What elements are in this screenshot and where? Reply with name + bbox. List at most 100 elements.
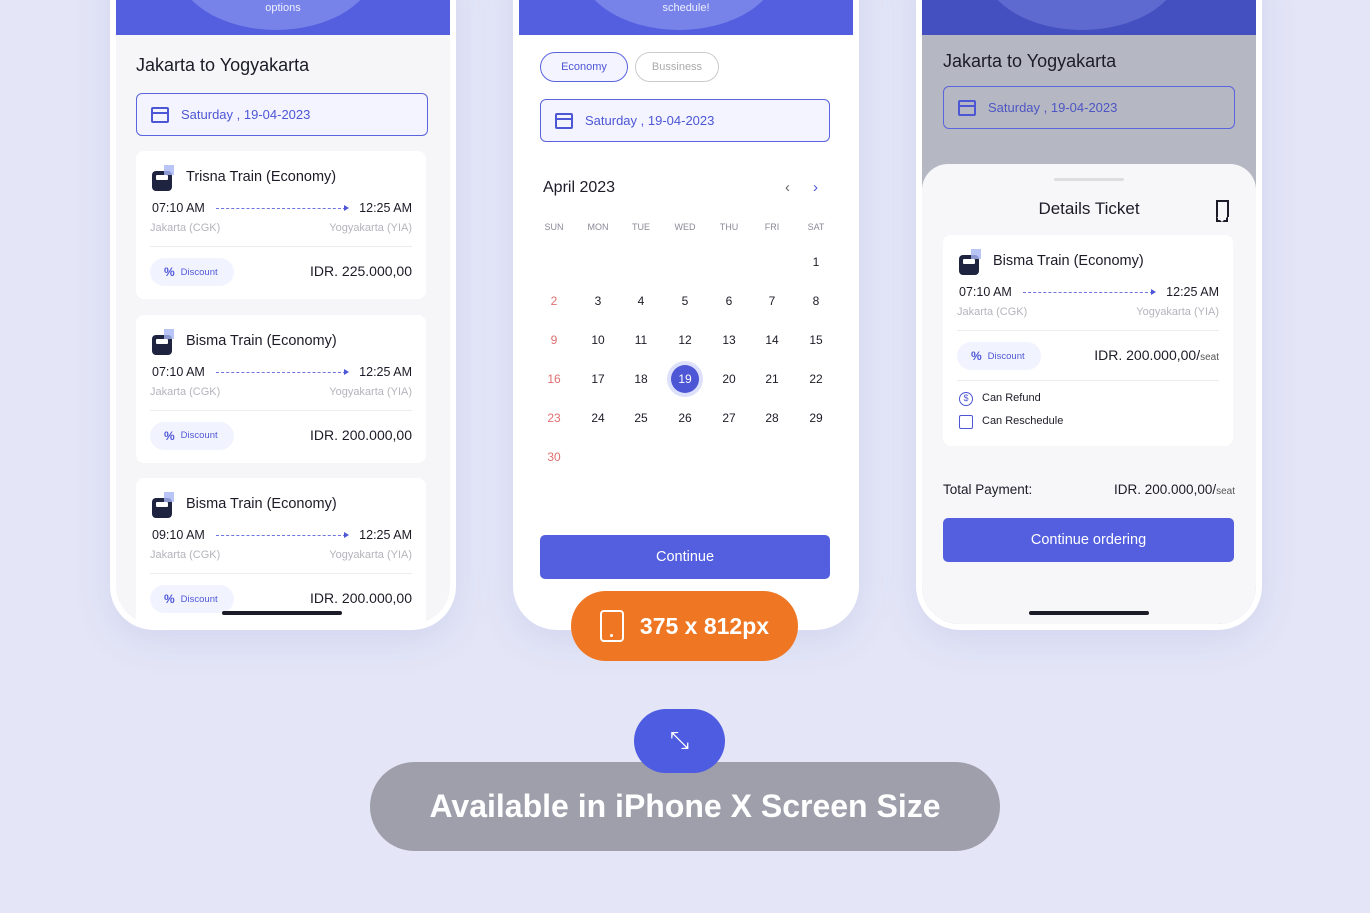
calendar-day[interactable]: 3	[584, 287, 612, 315]
route-arrow	[216, 368, 349, 375]
discount-label: Discount	[180, 430, 218, 441]
discount-badge[interactable]: % Discount	[150, 258, 234, 286]
calendar-day[interactable]: 15	[802, 326, 830, 354]
sheet-title: Details Ticket	[1038, 199, 1140, 218]
date-field[interactable]: Saturday , 19-04-2023	[540, 99, 830, 142]
discount-badge[interactable]: % Discount	[957, 342, 1041, 370]
header-banner	[922, 0, 1256, 35]
calendar-day[interactable]: 17	[584, 365, 612, 393]
date-value: Saturday , 19-04-2023	[585, 113, 715, 128]
divider	[150, 573, 412, 574]
calendar-day[interactable]: 7	[758, 287, 786, 315]
discount-label: Discount	[180, 593, 218, 605]
phone-calendar: schedule! Economy Bussiness Saturday , 1…	[513, 0, 859, 630]
calendar-day[interactable]: 20	[715, 365, 743, 393]
calendar-day[interactable]: 10	[584, 326, 612, 354]
calendar-day[interactable]: 21	[758, 365, 786, 393]
train-name: Bisma Train (Economy)	[186, 496, 337, 512]
discount-badge[interactable]: % Discount	[150, 585, 234, 613]
calendar-day[interactable]: 6	[715, 287, 743, 315]
reschedule-icon	[959, 415, 973, 429]
ticket-card[interactable]: Trisna Train (Economy) 07:10 AM 12:25 AM Ja…	[136, 151, 426, 299]
route-arrow	[1023, 289, 1156, 295]
destination-station: Yogyakarta (YIA)	[329, 385, 412, 398]
price-value: IDR. 225.000,00	[310, 263, 412, 279]
refund-icon: $	[959, 392, 973, 406]
departure-time: 09:10 AM	[152, 528, 205, 542]
calendar-day[interactable]: 2	[540, 287, 568, 315]
calendar-day[interactable]: 19	[671, 365, 699, 393]
weekday-label: FRI	[764, 222, 780, 232]
route-title: Jakarta to Yogyakarta	[943, 51, 1117, 71]
sheet-handle[interactable]	[1054, 178, 1124, 181]
calendar-day[interactable]: 8	[802, 287, 830, 315]
phone-ticket-details: Jakarta to Yogyakarta Saturday , 19-04-2…	[916, 0, 1262, 630]
weekday-label: MON	[587, 222, 609, 232]
class-economy-pill[interactable]: Economy	[540, 52, 628, 82]
calendar-day[interactable]: 1	[802, 248, 830, 276]
calendar-day[interactable]: 9	[540, 326, 568, 354]
calendar-day[interactable]: 24	[584, 404, 612, 432]
feature-label: Can Refund	[982, 392, 1041, 404]
size-badge: 375 x 812px	[571, 591, 798, 661]
ticket-card[interactable]: Bisma Train (Economy) 09:10 AM 12:25 AM Jak…	[136, 478, 426, 624]
home-indicator	[1029, 611, 1149, 615]
weekday-label: SUN	[544, 222, 564, 232]
divider	[957, 380, 1219, 381]
calendar-day[interactable]: 28	[758, 404, 786, 432]
arrival-time: 12:25 AM	[359, 201, 412, 215]
calendar-day[interactable]: 13	[715, 326, 743, 354]
calendar-day[interactable]: 26	[671, 404, 699, 432]
header-caption: options	[265, 2, 301, 14]
date-field[interactable]: Saturday , 19-04-2023	[136, 93, 428, 136]
calendar-day[interactable]: 4	[627, 287, 655, 315]
calendar-day[interactable]: 11	[627, 326, 655, 354]
calendar-day[interactable]: 27	[715, 404, 743, 432]
ticket-card[interactable]: Bisma Train (Economy) 07:10 AM 12:25 AM Jak…	[943, 235, 1233, 446]
train-icon	[959, 249, 989, 275]
percent-icon: %	[164, 428, 175, 443]
departure-time: 07:10 AM	[959, 285, 1012, 299]
price-value: IDR. 200.000,00/	[1094, 347, 1201, 363]
details-sheet: Details Ticket Bisma Train (Economy) 07:1…	[922, 164, 1256, 624]
origin-station: Jakarta (CGK)	[150, 385, 221, 398]
screen: options Jakarta to Yogyakarta Saturday ,…	[116, 0, 450, 624]
price-value: IDR. 200.000,00	[310, 590, 412, 606]
ticket-price: IDR. 200.000,00/seat	[1094, 347, 1219, 363]
date-field: Saturday , 19-04-2023	[943, 86, 1235, 129]
calendar-day[interactable]: 30	[540, 443, 568, 471]
departure-time: 07:10 AM	[152, 364, 205, 379]
bookmark-icon[interactable]	[1216, 200, 1229, 222]
origin-station: Jakarta (CGK)	[150, 549, 221, 561]
origin-station: Jakarta (CGK)	[150, 222, 221, 234]
chevron-right-icon[interactable]: ›	[813, 179, 818, 196]
chevron-left-icon[interactable]: ‹	[785, 179, 790, 196]
train-name: Trisna Train (Economy)	[186, 169, 337, 185]
calendar-day[interactable]: 14	[758, 326, 786, 354]
home-indicator	[222, 611, 342, 615]
calendar-day[interactable]: 25	[627, 404, 655, 432]
total-label: Total Payment:	[943, 482, 1033, 497]
calendar-icon	[958, 99, 976, 116]
discount-badge[interactable]: % Discount	[150, 421, 234, 450]
total-price-value: IDR. 200.000,00/	[1114, 482, 1217, 497]
arrival-time: 12:25 AM	[359, 364, 412, 379]
continue-ordering-button[interactable]: Continue ordering	[943, 518, 1234, 562]
calendar-day[interactable]: 16	[540, 365, 568, 393]
collapse-arrows-icon: ⤡	[634, 709, 725, 773]
class-business-pill[interactable]: Bussiness	[635, 52, 719, 82]
train-name: Bisma Train (Economy)	[186, 332, 337, 349]
calendar-day[interactable]: 18	[627, 365, 655, 393]
continue-button[interactable]: Continue	[540, 535, 830, 579]
calendar-day[interactable]: 22	[802, 365, 830, 393]
calendar-day[interactable]: 29	[802, 404, 830, 432]
calendar-day[interactable]: 12	[671, 326, 699, 354]
percent-icon: %	[164, 265, 175, 279]
train-icon	[152, 328, 182, 355]
calendar-day[interactable]: 23	[540, 404, 568, 432]
ticket-card[interactable]: Bisma Train (Economy) 07:10 AM 12:25 AM Jak…	[136, 314, 426, 463]
percent-icon: %	[164, 592, 175, 606]
calendar-day[interactable]: 5	[671, 287, 699, 315]
price-unit: seat	[1200, 352, 1219, 363]
price-value: IDR. 200.000,00	[310, 426, 412, 443]
